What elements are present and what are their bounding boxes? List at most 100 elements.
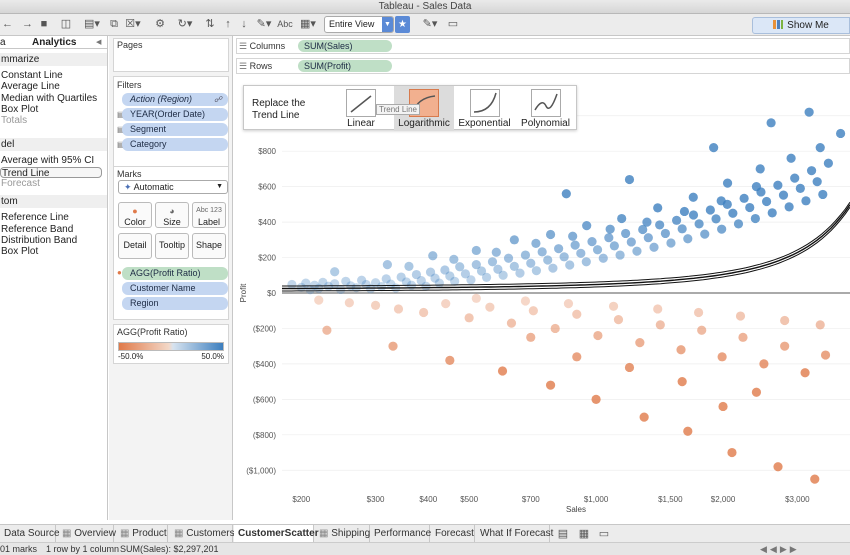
rows-pill-profit[interactable]: SUM(Profit) xyxy=(298,60,392,72)
color-ramp xyxy=(118,342,224,351)
scatter-point xyxy=(593,330,603,341)
viz-area[interactable]: $1,000 $800 $600 $400 $200 $0 ($200) ($400) ($60… xyxy=(236,78,850,520)
fit-select[interactable]: Entire View ▼ xyxy=(324,16,394,33)
tab-what-if-forecast[interactable]: What If Forecast xyxy=(476,525,553,543)
tab-overview[interactable]: ▦ Overview xyxy=(58,525,116,543)
filter-pill-segment[interactable]: Segment xyxy=(122,123,228,136)
new-story-icon[interactable]: ▭ xyxy=(598,527,610,542)
tab-shipping[interactable]: ▦ Shipping xyxy=(315,525,370,543)
scatter-point xyxy=(786,153,796,163)
trend-option-exponential[interactable]: Exponential xyxy=(457,86,512,131)
marks-pill-profit-ratio[interactable]: AGG(Profit Ratio) xyxy=(122,267,228,280)
pages-card[interactable]: Pages xyxy=(113,38,229,72)
new-worksheet-icon[interactable]: ▤▾ xyxy=(82,17,102,32)
scatter-point xyxy=(543,255,553,265)
show-me-button[interactable]: Show Me xyxy=(752,17,850,34)
pen-icon[interactable]: ✎▾ xyxy=(420,17,440,32)
scatter-point xyxy=(545,229,556,240)
item-average-95ci[interactable]: Average with 95% CI xyxy=(0,155,107,166)
scatter-point xyxy=(697,325,707,335)
tab-data-source[interactable]: Data Source xyxy=(0,525,60,543)
item-reference-line[interactable]: Reference Line xyxy=(0,212,107,223)
scatter-point xyxy=(388,341,398,351)
marks-card[interactable]: Marks ✦ Automatic ▼ ● Color ◕ Size Abc 123 L… xyxy=(113,166,229,320)
rows-shelf[interactable]: ☰ Rows SUM(Profit) xyxy=(236,58,850,74)
legend-title: AGG(Profit Ratio) xyxy=(117,327,188,337)
tab-forecast[interactable]: Forecast xyxy=(431,525,475,543)
scatter-point xyxy=(655,320,665,330)
item-box-plot-custom[interactable]: Box Plot xyxy=(0,246,107,257)
marks-pill-customer-name[interactable]: Customer Name xyxy=(122,282,228,295)
rows-icon: ☰ xyxy=(239,61,248,71)
arrow-left-icon[interactable]: ← xyxy=(2,17,13,32)
filter-pill-year[interactable]: YEAR(Order Date) xyxy=(122,108,228,121)
item-trend-line[interactable]: Trend Line xyxy=(0,166,102,179)
scatter-point xyxy=(810,474,820,484)
scatter-point xyxy=(550,323,560,334)
scatter-point xyxy=(635,338,645,348)
item-constant-line[interactable]: Constant Line xyxy=(0,70,107,81)
tab-performance[interactable]: Performance xyxy=(370,525,431,543)
save-icon[interactable]: ■ xyxy=(38,17,50,32)
new-datasource-icon[interactable]: ◫ xyxy=(60,17,72,32)
scatter-point xyxy=(780,341,790,351)
tab-customerscatter[interactable]: CustomerScatter xyxy=(234,525,319,543)
filter-pill-category[interactable]: Category xyxy=(122,138,228,151)
detail-button[interactable]: Detail xyxy=(118,233,152,259)
item-reference-band[interactable]: Reference Band xyxy=(0,224,107,235)
scatter-point xyxy=(520,250,531,260)
item-average-line[interactable]: Average Line xyxy=(0,81,107,92)
scatter-point xyxy=(801,196,811,206)
highlight-icon[interactable]: ✎▾ xyxy=(254,17,274,32)
grid-icon: ▦ xyxy=(62,528,72,539)
new-dashboard-icon[interactable]: ▦ xyxy=(578,527,590,542)
clear-sheet-icon[interactable]: ☒▾ xyxy=(123,17,143,32)
scatter-point xyxy=(559,252,569,262)
color-legend-card[interactable]: AGG(Profit Ratio) -50.0% 50.0% xyxy=(113,324,229,364)
pause-updates-icon[interactable]: ⚙ xyxy=(153,17,167,32)
mark-type-select[interactable]: ✦ Automatic ▼ xyxy=(118,180,228,194)
pin-icon[interactable]: ★ xyxy=(395,16,410,33)
arrow-right-icon[interactable]: → xyxy=(22,17,33,32)
collapse-icon[interactable]: ◀ xyxy=(96,36,101,49)
scatter-point xyxy=(572,309,582,319)
color-button[interactable]: ● Color xyxy=(118,202,152,228)
item-distribution-band[interactable]: Distribution Band xyxy=(0,235,107,246)
size-button[interactable]: ◕ Size xyxy=(155,202,189,228)
tab-data[interactable]: a xyxy=(0,36,6,49)
tooltip-button[interactable]: Tooltip xyxy=(155,233,189,259)
marks-pill-region[interactable]: Region xyxy=(122,297,228,310)
scatter-point xyxy=(709,143,719,153)
size-icon: ◕ xyxy=(169,206,175,216)
sort-ascending-icon[interactable]: ↑ xyxy=(222,17,234,32)
trend-option-polynomial[interactable]: Polynomial xyxy=(517,86,574,131)
fix-axes-icon[interactable]: ▦▾ xyxy=(298,17,318,32)
label-button[interactable]: Abc 123 Label xyxy=(192,202,226,228)
tab-customers[interactable]: ▦ Customers xyxy=(170,525,235,543)
shape-button[interactable]: Shape xyxy=(192,233,226,259)
duplicate-sheet-icon[interactable]: ⧉ xyxy=(107,17,121,32)
item-box-plot[interactable]: Box Plot xyxy=(0,104,107,115)
chevron-down-icon: ▼ xyxy=(216,183,223,190)
sheet-nav-icons[interactable]: ◀◀▶▶ xyxy=(760,543,800,555)
tab-product[interactable]: ▦ Product xyxy=(116,525,168,543)
columns-shelf[interactable]: ☰ Columns SUM(Sales) xyxy=(236,38,850,54)
status-marks: 01 marks xyxy=(0,544,38,554)
show-labels-icon[interactable]: Abc xyxy=(276,17,294,32)
scatter-chart[interactable]: $1,000 $800 $600 $400 $200 $0 ($200) ($400) ($60… xyxy=(236,78,850,520)
x-tick-label: $1,500 xyxy=(658,495,683,504)
trend-line xyxy=(282,204,850,290)
swap-icon[interactable]: ⇅ xyxy=(204,17,216,32)
columns-pill-sales[interactable]: SUM(Sales) xyxy=(298,40,392,52)
item-median-quartiles[interactable]: Median with Quartiles xyxy=(0,93,107,104)
presentation-icon[interactable]: ▭ xyxy=(446,17,460,32)
tab-analytics[interactable]: Analytics xyxy=(32,36,76,49)
refresh-icon[interactable]: ↻▾ xyxy=(175,17,195,32)
x-tick-label: $300 xyxy=(367,495,385,504)
item-forecast: Forecast xyxy=(1,178,40,190)
new-worksheet-icon[interactable]: ▤ xyxy=(557,527,569,542)
sort-descending-icon[interactable]: ↓ xyxy=(238,17,250,32)
scatter-point xyxy=(790,173,800,183)
filter-pill-action-region[interactable]: Action (Region) ☍ xyxy=(122,93,228,106)
legend-max: 50.0% xyxy=(201,352,224,361)
